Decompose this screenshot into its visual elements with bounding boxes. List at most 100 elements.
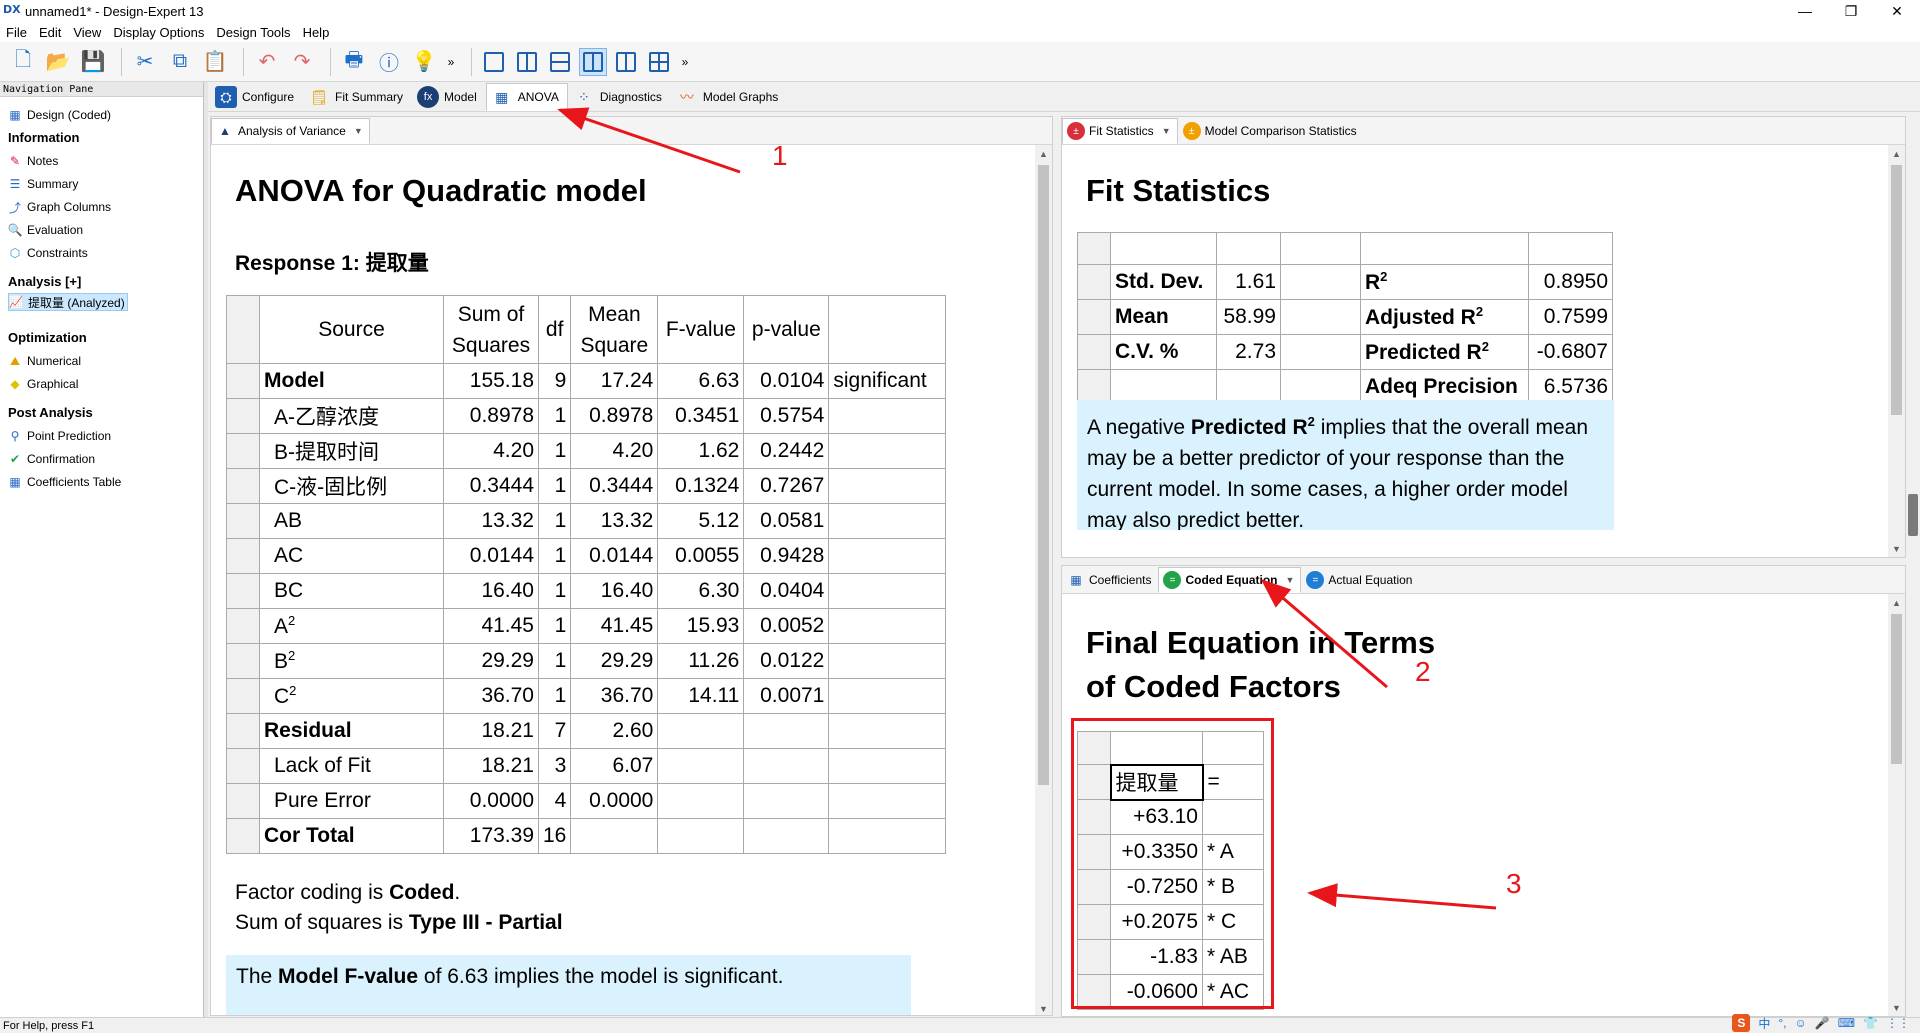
- menu-help[interactable]: Help: [297, 25, 336, 40]
- fit-statistics-panel: ± Fit Statistics ▼ ± Model Comparison St…: [1061, 116, 1906, 558]
- nav-summary-label: Summary: [27, 177, 79, 191]
- scroll-up-icon[interactable]: ▲: [1888, 145, 1905, 162]
- table-row: Model 155.18 9 17.24 6.63 0.0104 significant: [226, 363, 947, 399]
- new-file-icon[interactable]: 🗋: [8, 47, 38, 77]
- anova-source-cell: B2: [259, 643, 444, 679]
- print-icon[interactable]: 🖶: [339, 47, 369, 77]
- factor-coding-prefix: Factor coding is: [235, 881, 390, 904]
- anova-scroll-thumb[interactable]: [1038, 165, 1049, 785]
- anova-note-cell: [828, 713, 947, 749]
- outer-scroll-thumb[interactable]: [1908, 494, 1918, 536]
- equation-scroll-thumb[interactable]: [1891, 614, 1902, 764]
- chevron-down-icon[interactable]: ▼: [354, 126, 363, 136]
- fit-value-cell: 2.73: [1216, 334, 1281, 370]
- scroll-up-icon[interactable]: ▲: [1035, 145, 1052, 162]
- anova-source-cell: AB: [259, 503, 444, 539]
- toolbar-more-button[interactable]: »: [444, 47, 458, 77]
- paste-icon[interactable]: 📋: [200, 47, 230, 77]
- nav-analysis-item[interactable]: 📈 提取量 (Analyzed): [8, 293, 128, 311]
- chevron-down-icon[interactable]: ▼: [1285, 575, 1294, 585]
- ime-voice-icon[interactable]: 🎤: [1815, 1016, 1830, 1030]
- tip-icon[interactable]: 💡: [409, 47, 439, 77]
- actual-equation-icon: =: [1306, 571, 1325, 589]
- anova-p-cell: 0.9428: [743, 538, 830, 574]
- pane-splitter[interactable]: [204, 82, 208, 1017]
- ime-keyboard-icon[interactable]: ⌨: [1838, 1016, 1855, 1030]
- menu-view[interactable]: View: [67, 25, 107, 40]
- tab-coded-equation[interactable]: = Coded Equation ▼: [1158, 567, 1302, 593]
- nav-graph-columns[interactable]: ⤴ Graph Columns: [8, 198, 111, 216]
- constraints-icon: ⬡: [9, 246, 21, 260]
- maximize-button[interactable]: ❐: [1828, 0, 1874, 22]
- tab-model-comparison-statistics[interactable]: ± Model Comparison Statistics: [1178, 118, 1364, 144]
- ime-chinese-icon[interactable]: 中: [1758, 1015, 1770, 1032]
- close-button[interactable]: ✕: [1874, 0, 1920, 22]
- chevron-down-icon[interactable]: ▼: [1162, 126, 1171, 136]
- save-icon[interactable]: 💾: [78, 47, 108, 77]
- nav-graphical[interactable]: ◆ Graphical: [8, 375, 78, 393]
- layout-two-columns-icon[interactable]: [513, 48, 541, 76]
- anova-source-cell: Lack of Fit: [259, 748, 444, 784]
- nav-summary[interactable]: ☰ Summary: [8, 175, 79, 193]
- toolbar-more-button-2[interactable]: »: [678, 47, 692, 77]
- layout-two-rows-icon[interactable]: [546, 48, 574, 76]
- nav-coefficients-table[interactable]: ▦ Coefficients Table: [8, 473, 121, 491]
- anova-df-cell: 4: [537, 783, 572, 819]
- ime-punctuation-icon[interactable]: °,: [1778, 1016, 1786, 1030]
- layout-single-icon[interactable]: [480, 48, 508, 76]
- menu-display-options[interactable]: Display Options: [107, 25, 210, 40]
- tab-fit-statistics[interactable]: ± Fit Statistics ▼: [1062, 118, 1178, 144]
- tab-anova[interactable]: ▦ ANOVA: [485, 83, 568, 111]
- ime-emoji-icon[interactable]: ☺: [1795, 1016, 1807, 1030]
- fit-statistics-scrollbar[interactable]: ▲ ▼: [1888, 145, 1905, 557]
- copy-icon[interactable]: ⧉: [165, 47, 195, 77]
- tab-configure[interactable]: ⛭ Configure: [210, 83, 303, 111]
- minimize-button[interactable]: —: [1782, 0, 1828, 22]
- layout-three-pane-alt-icon[interactable]: [612, 48, 640, 76]
- layout-four-pane-icon[interactable]: [645, 48, 673, 76]
- tab-coded-equation-label: Coded Equation: [1185, 573, 1278, 587]
- anova-ss-cell: 4.20: [443, 433, 539, 469]
- sogou-ime-icon[interactable]: S: [1732, 1014, 1751, 1032]
- anova-ss-cell: 29.29: [443, 643, 539, 679]
- anova-f-cell: [657, 783, 745, 819]
- anova-scrollbar[interactable]: ▲ ▼: [1035, 145, 1052, 1015]
- tab-model-graphs[interactable]: 〰 Model Graphs: [671, 83, 787, 111]
- outer-scrollbar[interactable]: [1906, 116, 1920, 1017]
- nav-confirmation[interactable]: ✔ Confirmation: [8, 450, 95, 468]
- menu-file[interactable]: File: [0, 25, 33, 40]
- nav-analysis-header[interactable]: Analysis [+]: [8, 272, 81, 290]
- tab-analysis-of-variance[interactable]: ▲ Analysis of Variance ▼: [211, 118, 370, 144]
- anova-source-cell: Pure Error: [259, 783, 444, 819]
- fit-statistics-scroll-thumb[interactable]: [1891, 165, 1902, 415]
- model-note-prefix: The: [236, 965, 279, 988]
- cut-icon[interactable]: ✂: [130, 47, 160, 77]
- scroll-down-icon[interactable]: ▼: [1888, 540, 1905, 557]
- nav-constraints[interactable]: ⬡ Constraints: [8, 244, 88, 262]
- help-icon[interactable]: ⓘ: [374, 47, 404, 77]
- nav-evaluation[interactable]: 🔍 Evaluation: [8, 221, 84, 239]
- nav-design-coded[interactable]: ▦ Design (Coded): [8, 106, 111, 124]
- scroll-down-icon[interactable]: ▼: [1035, 1000, 1052, 1015]
- nav-point-prediction[interactable]: ⚲ Point Prediction: [8, 427, 111, 445]
- fit-spacer-cell: [1280, 299, 1361, 335]
- nav-notes[interactable]: ✎ Notes: [8, 152, 58, 170]
- ime-skin-icon[interactable]: 👕: [1863, 1016, 1878, 1030]
- header-note: [828, 295, 947, 364]
- open-folder-icon[interactable]: 📂: [43, 47, 73, 77]
- ime-menu-icon[interactable]: ⋮⋮: [1886, 1016, 1910, 1030]
- scroll-up-icon[interactable]: ▲: [1888, 594, 1905, 611]
- redo-icon[interactable]: ↷: [287, 47, 317, 77]
- tab-model[interactable]: fx Model: [412, 83, 486, 111]
- tab-diagnostics[interactable]: ⁘ Diagnostics: [568, 83, 671, 111]
- layout-three-pane-icon[interactable]: [579, 47, 607, 76]
- menu-edit[interactable]: Edit: [33, 25, 67, 40]
- nav-numerical[interactable]: ⛰ Numerical: [8, 352, 81, 370]
- menu-design-tools[interactable]: Design Tools: [210, 25, 296, 40]
- tab-coefficients[interactable]: ▦ Coefficients: [1062, 567, 1158, 593]
- tab-actual-equation[interactable]: = Actual Equation: [1301, 567, 1419, 593]
- tab-analysis-of-variance-label: Analysis of Variance: [238, 124, 346, 138]
- equation-scrollbar[interactable]: ▲ ▼: [1888, 594, 1905, 1016]
- tab-fit-summary[interactable]: 🗒 Fit Summary: [303, 83, 412, 111]
- undo-icon[interactable]: ↶: [252, 47, 282, 77]
